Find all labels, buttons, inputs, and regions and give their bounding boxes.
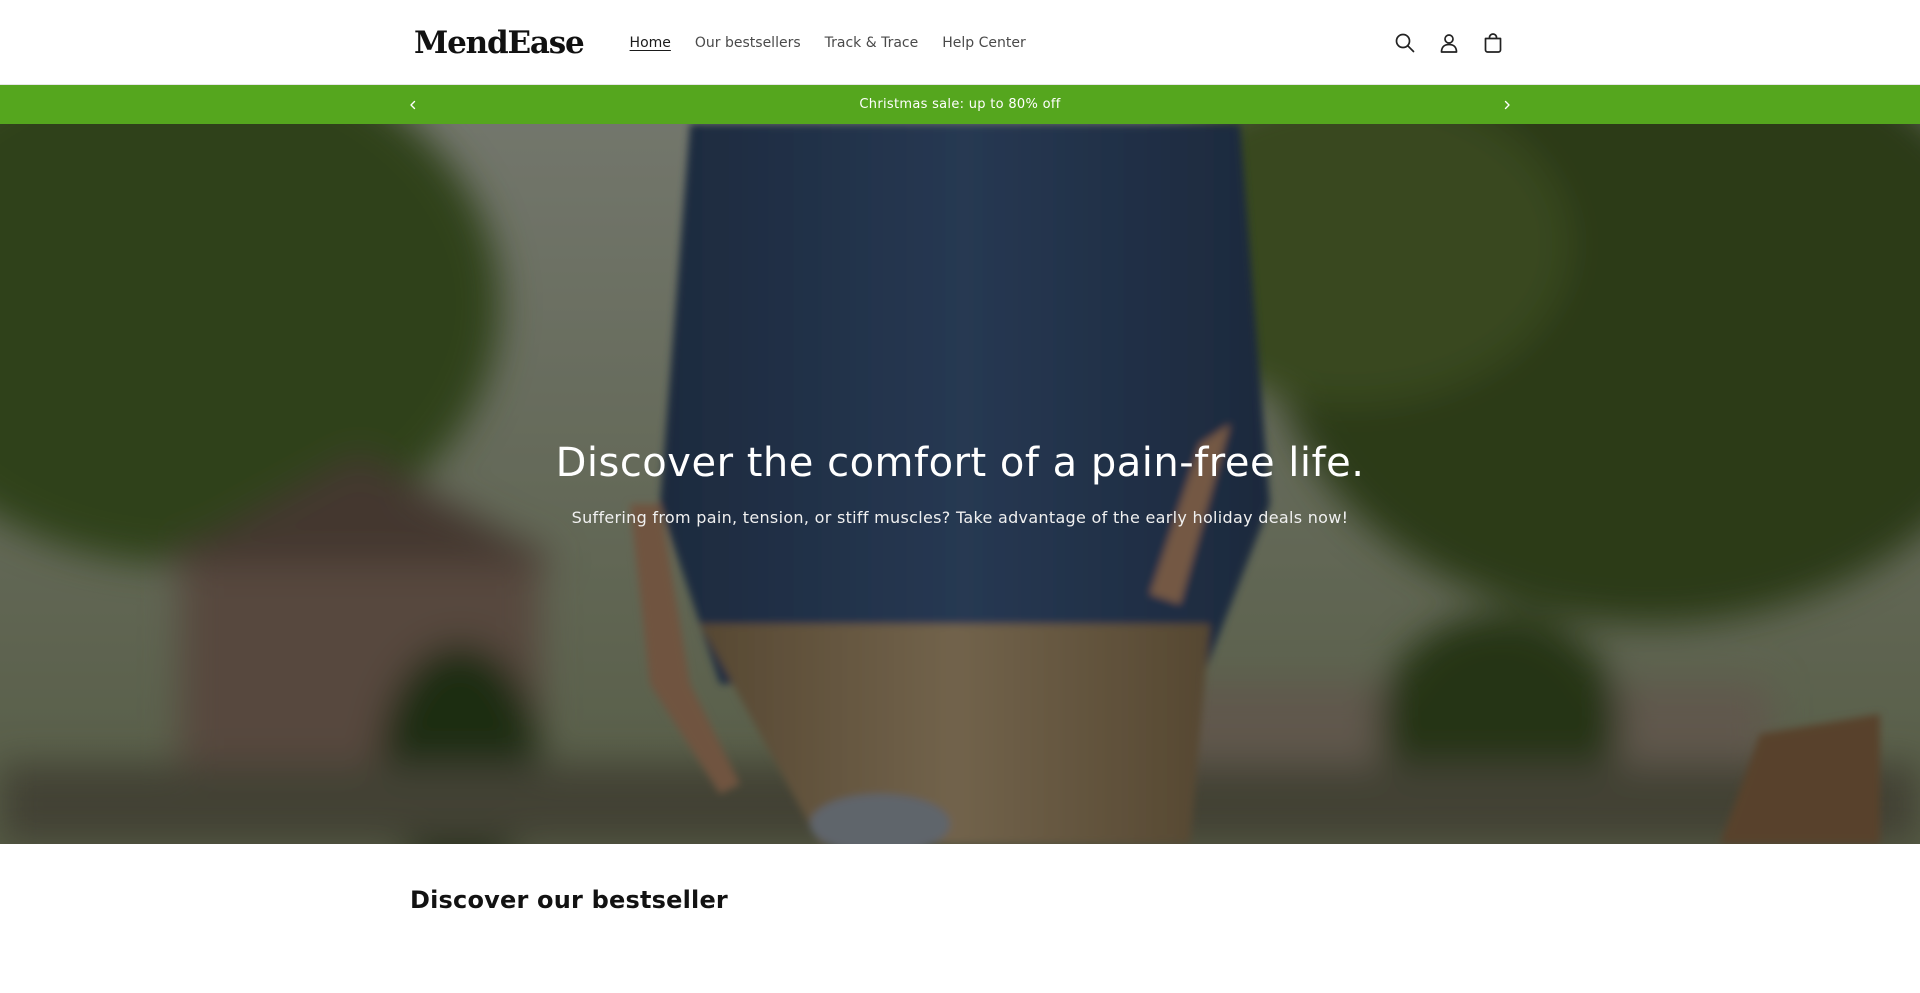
nav-track-trace[interactable]: Track & Trace bbox=[813, 35, 931, 51]
site-header: MendEase Home Our bestsellers Track & Tr… bbox=[0, 0, 1920, 85]
main-nav: Home Our bestsellers Track & Trace Help … bbox=[618, 35, 1038, 51]
hero-content: Discover the comfort of a pain-free life… bbox=[0, 440, 1920, 527]
hero-subtitle: Suffering from pain, tension, or stiff m… bbox=[571, 508, 1349, 527]
nav-our-bestsellers[interactable]: Our bestsellers bbox=[683, 35, 813, 51]
announcement-prev-button[interactable] bbox=[398, 85, 428, 124]
announcement-bar: Christmas sale: up to 80% off bbox=[0, 85, 1920, 124]
chevron-left-icon bbox=[410, 100, 416, 109]
chevron-right-icon bbox=[1504, 100, 1510, 109]
search-icon[interactable] bbox=[1390, 28, 1420, 58]
hero-title: Discover the comfort of a pain-free life… bbox=[555, 440, 1365, 486]
nav-home[interactable]: Home bbox=[618, 35, 683, 51]
nav-help-center[interactable]: Help Center bbox=[930, 35, 1038, 51]
hero-banner: Discover the comfort of a pain-free life… bbox=[0, 124, 1920, 844]
header-icons bbox=[1390, 0, 1508, 85]
site-logo[interactable]: MendEase bbox=[414, 25, 585, 61]
header-inner: MendEase Home Our bestsellers Track & Tr… bbox=[410, 0, 1510, 85]
account-icon[interactable] bbox=[1434, 28, 1464, 58]
announcement-next-button[interactable] bbox=[1492, 85, 1522, 124]
bestseller-section: Discover our bestseller bbox=[410, 844, 1510, 914]
cart-icon[interactable] bbox=[1478, 28, 1508, 58]
announcement-inner: Christmas sale: up to 80% off bbox=[410, 85, 1510, 124]
section-title: Discover our bestseller bbox=[410, 886, 728, 914]
announcement-text[interactable]: Christmas sale: up to 80% off bbox=[859, 97, 1060, 112]
